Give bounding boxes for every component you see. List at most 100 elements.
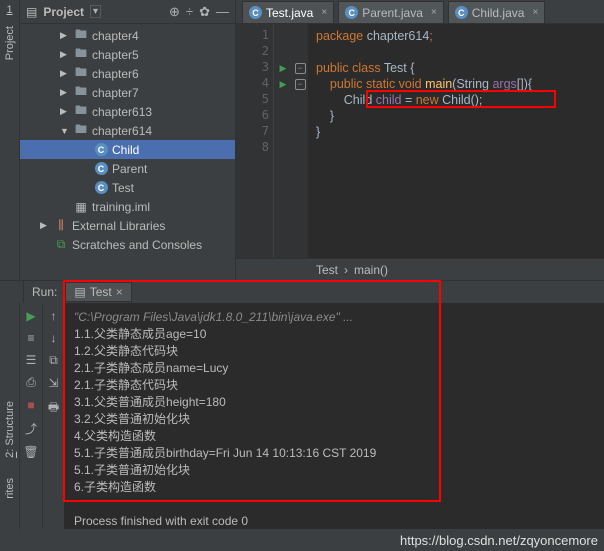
code-text[interactable]: package chapter614; public class Test { … [308, 24, 604, 258]
editor-tab[interactable]: CChild.java× [448, 1, 546, 23]
code-area: 12345678 ▶ ▶ − − package chapter614; pub… [236, 24, 604, 258]
trash-icon[interactable]: 🗑 [23, 445, 38, 459]
tree-item[interactable]: ▶ 🖿 chapter4 [20, 26, 235, 45]
project-tree[interactable]: ▶🖿chapter4▶🖿chapter5▶🖿chapter6▶🖿chapter7… [20, 24, 235, 280]
breadcrumb: Test › main() [236, 258, 604, 280]
run-gutter-icon[interactable]: ▶ [280, 79, 287, 90]
class-icon: C [249, 6, 262, 19]
tree-item[interactable]: C Test [20, 178, 235, 197]
tree-item[interactable]: ▼ 🖿 chapter614 [20, 121, 235, 140]
watermark: https://blog.csdn.net/zqyoncemore [400, 533, 598, 548]
run-tab[interactable]: ▤ Test × [65, 282, 131, 302]
sidebar-header: ▤ Project ▾ ⊕ ÷ ✿ — [20, 0, 235, 24]
arrow-icon[interactable]: ▶ [60, 87, 70, 98]
tree-label: chapter613 [92, 105, 152, 119]
tree-label: chapter614 [92, 124, 152, 138]
tree-item[interactable]: ▶ 🖿 chapter613 [20, 102, 235, 121]
close-icon[interactable]: × [431, 7, 437, 18]
exit-icon[interactable]: ⤴ [25, 420, 37, 437]
scroll-icon[interactable]: ⇲ [48, 376, 58, 390]
tree-item[interactable]: ▶🖿chapter7 [20, 83, 235, 102]
arrow-icon[interactable]: ▶ [60, 68, 70, 79]
up-icon[interactable]: ↑ [51, 309, 57, 323]
tree-item[interactable]: C Parent [20, 159, 235, 178]
editor-tab[interactable]: C Parent.java × [338, 1, 444, 23]
tree-label: chapter5 [92, 48, 139, 62]
breadcrumb-method[interactable]: main() [354, 263, 388, 277]
tree-label: chapter4 [92, 29, 139, 43]
tree-item[interactable]: ▶ 🖿 chapter6 [20, 64, 235, 83]
tree-item[interactable]: ▦ training.iml [20, 197, 235, 216]
tab-label: Child.java [472, 6, 525, 20]
tree-label: External Libraries [72, 219, 165, 233]
class-icon: C [94, 181, 108, 194]
fold-gutter: − − [292, 24, 308, 258]
chevron-right-icon: › [344, 263, 348, 277]
tree-item[interactable]: ▶ ⫼ External Libraries [20, 216, 235, 235]
close-icon[interactable]: × [116, 285, 123, 299]
print-icon[interactable]: 🖶 [48, 398, 59, 419]
folder-icon: 🖿 [74, 120, 88, 141]
hide-icon[interactable]: — [216, 4, 229, 19]
layout-icon[interactable]: ≡ [27, 331, 34, 345]
tree-item[interactable]: ⧉ Scratches and Consoles [20, 235, 235, 254]
breadcrumb-class[interactable]: Test [316, 263, 338, 277]
arrow-icon[interactable]: ▶ [40, 220, 50, 231]
sidebar-title: Project [43, 5, 84, 19]
run-body: 2: Structure rites ▶ ≡ ☰ ⎙ ■ ⤴ 🗑 ↑ ↓ ⧉ ⇲… [0, 303, 604, 529]
arrow-icon[interactable]: ▶ [60, 30, 70, 41]
scratch-icon: ⧉ [54, 237, 68, 252]
tree-label: Test [112, 181, 134, 195]
rerun-icon[interactable]: ▶ [26, 309, 35, 323]
run-gutter-icon[interactable]: ▶ [280, 63, 287, 74]
tree-label: training.iml [92, 200, 150, 214]
project-icon: ▤ [26, 5, 37, 19]
gear-icon[interactable]: ✿ [199, 4, 210, 20]
tree-label: Scratches and Consoles [72, 238, 202, 252]
close-icon[interactable]: × [532, 7, 538, 18]
project-dropdown-icon[interactable]: ▾ [90, 5, 101, 18]
project-tool-label[interactable]: Project [4, 26, 16, 60]
structure-tool-label[interactable]: 2: Structure [4, 401, 16, 458]
icon-gutter: ▶ ▶ [274, 24, 292, 258]
tree-label: Parent [112, 162, 147, 176]
tree-label: chapter6 [92, 67, 139, 81]
library-icon: ⫼ [54, 218, 68, 233]
pin-icon[interactable]: ⎙ [26, 375, 36, 390]
down-icon[interactable]: ↓ [51, 331, 57, 345]
run-header: Run: ▤ Test × [0, 281, 604, 303]
editor-area: CTest.java×CParent.java×CChild.java× 123… [236, 0, 604, 280]
wrap-icon[interactable]: ⧉ [49, 353, 58, 368]
close-icon[interactable]: × [321, 7, 327, 18]
class-icon: C [94, 162, 108, 175]
folder-icon: 🖿 [74, 63, 88, 84]
project-sidebar: ▤ Project ▾ ⊕ ÷ ✿ — ▶🖿chapter4▶🖿chapter5… [20, 0, 236, 280]
project-tool-num: 1 [6, 4, 12, 16]
test-icon: ▤ [74, 285, 85, 299]
fold-icon[interactable]: − [295, 63, 306, 74]
folder-icon: 🖿 [74, 101, 88, 122]
tree-label: chapter7 [92, 86, 139, 100]
file-icon: ▦ [74, 200, 88, 214]
fold-icon[interactable]: − [295, 79, 306, 90]
run-tools-secondary: ↑ ↓ ⧉ ⇲ 🖶 [42, 303, 64, 529]
aim-icon[interactable]: ⊕ [169, 4, 180, 20]
tree-item[interactable]: ▶🖿chapter5 [20, 45, 235, 64]
left-tool-gutter-bottom: 2: Structure rites [0, 303, 20, 529]
tree-item[interactable]: CChild [20, 140, 235, 159]
arrow-icon[interactable]: ▼ [60, 126, 70, 136]
filter-icon[interactable]: ☰ [26, 353, 37, 367]
stop-icon[interactable]: ■ [27, 398, 34, 412]
collapse-icon[interactable]: ÷ [186, 4, 193, 19]
editor-tabs: CTest.java×CParent.java×CChild.java× [236, 0, 604, 24]
editor-tab[interactable]: CTest.java× [242, 1, 334, 23]
tree-label: Child [112, 143, 139, 157]
folder-icon: 🖿 [74, 25, 88, 46]
arrow-icon[interactable]: ▶ [60, 49, 70, 60]
console-output[interactable]: "C:\Program Files\Java\jdk1.8.0_211\bin\… [64, 303, 604, 529]
tab-label: Parent.java [362, 6, 423, 20]
class-icon: C [345, 6, 358, 19]
arrow-icon[interactable]: ▶ [60, 106, 70, 117]
favorites-tool-label[interactable]: rites [4, 478, 16, 499]
run-panel: Run: ▤ Test × 2: Structure rites ▶ ≡ ☰ ⎙… [0, 280, 604, 529]
